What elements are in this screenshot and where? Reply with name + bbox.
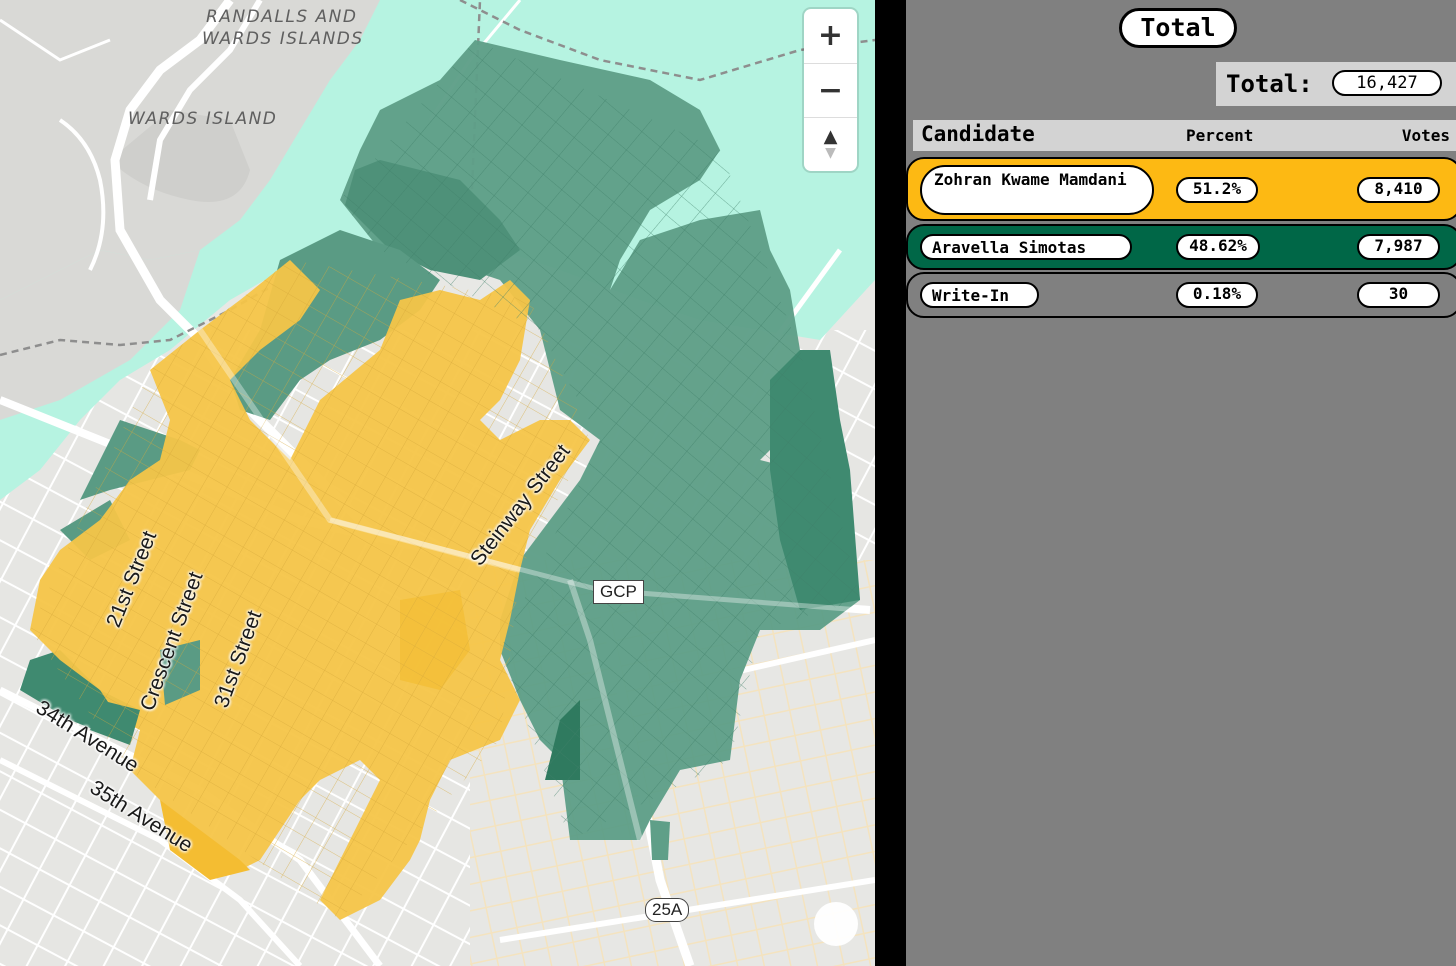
locate-button[interactable] — [814, 902, 858, 946]
place-label-wards-island: WARDS ISLAND — [128, 109, 278, 129]
route-shield-gcp: GCP — [593, 580, 644, 604]
header-candidate: Candidate — [921, 122, 1035, 146]
total-votes-value: 16,427 — [1332, 70, 1442, 96]
total-summary: Total: 16,427 — [1216, 62, 1456, 106]
minus-icon: − — [817, 72, 844, 108]
zoom-in-button[interactable]: + — [804, 9, 857, 62]
candidate-row-mamdani: Zohran Kwame Mamdani 51.2% 8,410 — [906, 157, 1456, 221]
compass-button[interactable]: ▲ ▼ — [804, 117, 857, 171]
header-votes: Votes — [1401, 126, 1450, 145]
candidate-votes: 7,987 — [1357, 234, 1440, 260]
zoom-out-button[interactable]: − — [804, 63, 857, 117]
compass-icon: ▲ ▼ — [823, 125, 838, 161]
compass-north-arrow: ▲ — [823, 125, 838, 147]
results-header: Candidate Percent Votes — [913, 120, 1456, 151]
panel-title: Total — [1119, 8, 1237, 48]
place-label-wards-islands: WARDS ISLANDS — [202, 29, 364, 49]
zoom-control: + − ▲ ▼ — [804, 9, 857, 171]
candidate-votes: 8,410 — [1357, 177, 1440, 203]
header-percent: Percent — [1186, 126, 1254, 145]
place-label-randalls: RANDALLS AND — [206, 7, 358, 27]
panel-divider — [875, 0, 906, 966]
compass-south-arrow: ▼ — [825, 144, 836, 161]
candidate-row-simotas: Aravella Simotas 48.62% 7,987 — [906, 224, 1456, 270]
candidate-percent: 51.2% — [1176, 177, 1258, 203]
candidate-votes: 30 — [1357, 282, 1440, 308]
candidate-percent: 0.18% — [1176, 282, 1258, 308]
results-panel: Total Total: 16,427 Candidate Percent Vo… — [906, 0, 1456, 966]
candidate-row-write-in: Write-In 0.18% 30 — [906, 272, 1456, 318]
total-label: Total: — [1226, 70, 1313, 98]
candidate-name: Aravella Simotas — [920, 234, 1132, 260]
candidate-percent: 48.62% — [1176, 234, 1260, 260]
candidate-name: Zohran Kwame Mamdani — [920, 165, 1154, 215]
route-shield-25a: 25A — [645, 898, 690, 922]
election-map[interactable]: RANDALLS AND WARDS ISLANDS WARDS ISLAND … — [0, 0, 875, 966]
plus-icon: + — [817, 17, 844, 53]
candidate-name: Write-In — [920, 282, 1039, 308]
